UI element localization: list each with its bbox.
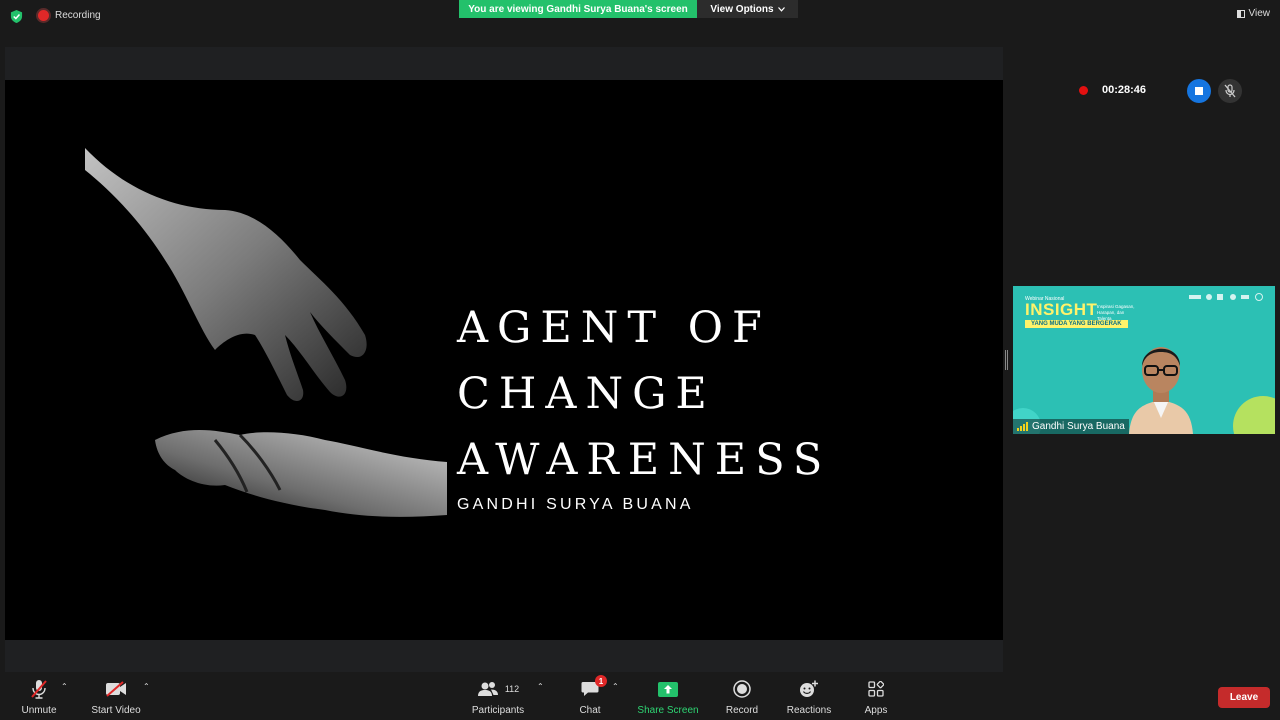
chat-button[interactable]: 1 Chat [578,675,607,716]
reactions-label: Reactions [786,705,832,716]
audio-options-caret[interactable]: ⌃ [61,682,68,691]
security-shield-icon[interactable] [10,10,23,23]
participant-person-image [1129,347,1193,434]
view-layout-icon [1236,9,1245,18]
share-screen-button[interactable]: Share Screen [637,678,699,716]
chat-unread-badge: 1 [595,675,607,687]
presentation-slide: AGENT OF CHANGE AWARENESS GANDHI SURYA B… [5,80,1003,640]
recording-indicator[interactable]: Recording [38,10,101,21]
reactions-button[interactable]: Reactions [787,678,831,716]
chat-label: Chat [579,705,601,716]
panel-resize-handle[interactable] [1005,350,1008,370]
video-options-caret[interactable]: ⌃ [143,682,150,691]
view-button[interactable]: View [1236,8,1271,19]
record-label: Record [725,705,759,716]
recording-label: Recording [55,10,101,21]
reactions-icon [800,680,818,697]
sponsor-logos [1189,293,1263,301]
hands-image [85,148,447,517]
unmute-label: Unmute [21,705,57,716]
view-options-button[interactable]: View Options [697,0,798,18]
recording-dot-icon [38,10,49,21]
participant-name-bar: Gandhi Surya Buana [1013,419,1129,434]
viewing-screen-banner: You are viewing Gandhi Surya Buana's scr… [459,0,697,18]
slide-title-line: CHANGE [457,369,716,419]
shared-screen-area: AGENT OF CHANGE AWARENESS GANDHI SURYA B… [5,47,1003,672]
slide-title: AGENT OF CHANGE AWARENESS [457,295,831,493]
unmute-button[interactable]: Unmute [20,678,58,716]
participants-icon [477,682,498,696]
slide-title-line: AGENT OF [457,303,771,353]
recording-mute-button[interactable] [1218,79,1242,103]
participants-button[interactable]: 112 Participants [471,678,525,716]
chevron-down-icon [777,6,785,12]
video-off-icon [106,681,126,697]
connection-strength-icon [1017,422,1028,431]
share-screen-icon [658,681,678,697]
record-button[interactable]: Record [725,678,759,716]
recording-timer: 00:28:46 [1102,84,1147,96]
share-screen-label: Share Screen [637,705,699,716]
record-icon [733,680,751,698]
participant-video-tile[interactable]: Webinar Nasional INSIGHT Inspirasi Gagas… [1013,286,1275,434]
participants-label: Participants [471,705,525,716]
participant-name: Gandhi Surya Buana [1032,421,1125,432]
top-bar: Recording You are viewing Gandhi Surya B… [0,0,1280,34]
slide-title-line: AWARENESS [457,435,832,485]
view-options-label: View Options [710,3,774,15]
insight-logo-text: INSIGHT [1025,300,1098,319]
start-video-label: Start Video [91,705,141,716]
recording-dot-icon [1079,85,1088,95]
chat-options-caret[interactable]: ⌃ [612,682,619,691]
participants-count: 112 [504,684,520,694]
recording-panel: 00:28:46 [1070,72,1260,108]
leave-button[interactable]: Leave [1218,687,1270,708]
stop-recording-button[interactable] [1187,79,1211,103]
apps-button[interactable]: Apps [863,678,889,716]
stop-icon [1195,87,1203,95]
mic-off-icon [1224,84,1236,98]
view-label: View [1248,8,1271,19]
slide-subtitle: GANDHI SURYA BUANA [457,496,694,513]
start-video-button[interactable]: Start Video [90,678,142,716]
mic-muted-icon [31,680,47,699]
tagline-banner: YANG MUDA YANG BERGERAK [1025,320,1128,328]
apps-icon [868,681,884,697]
meeting-toolbar: Unmute ⌃ Start Video ⌃ 112 Participants … [0,672,1280,720]
participants-options-caret[interactable]: ⌃ [537,682,544,691]
apps-label: Apps [864,705,888,716]
